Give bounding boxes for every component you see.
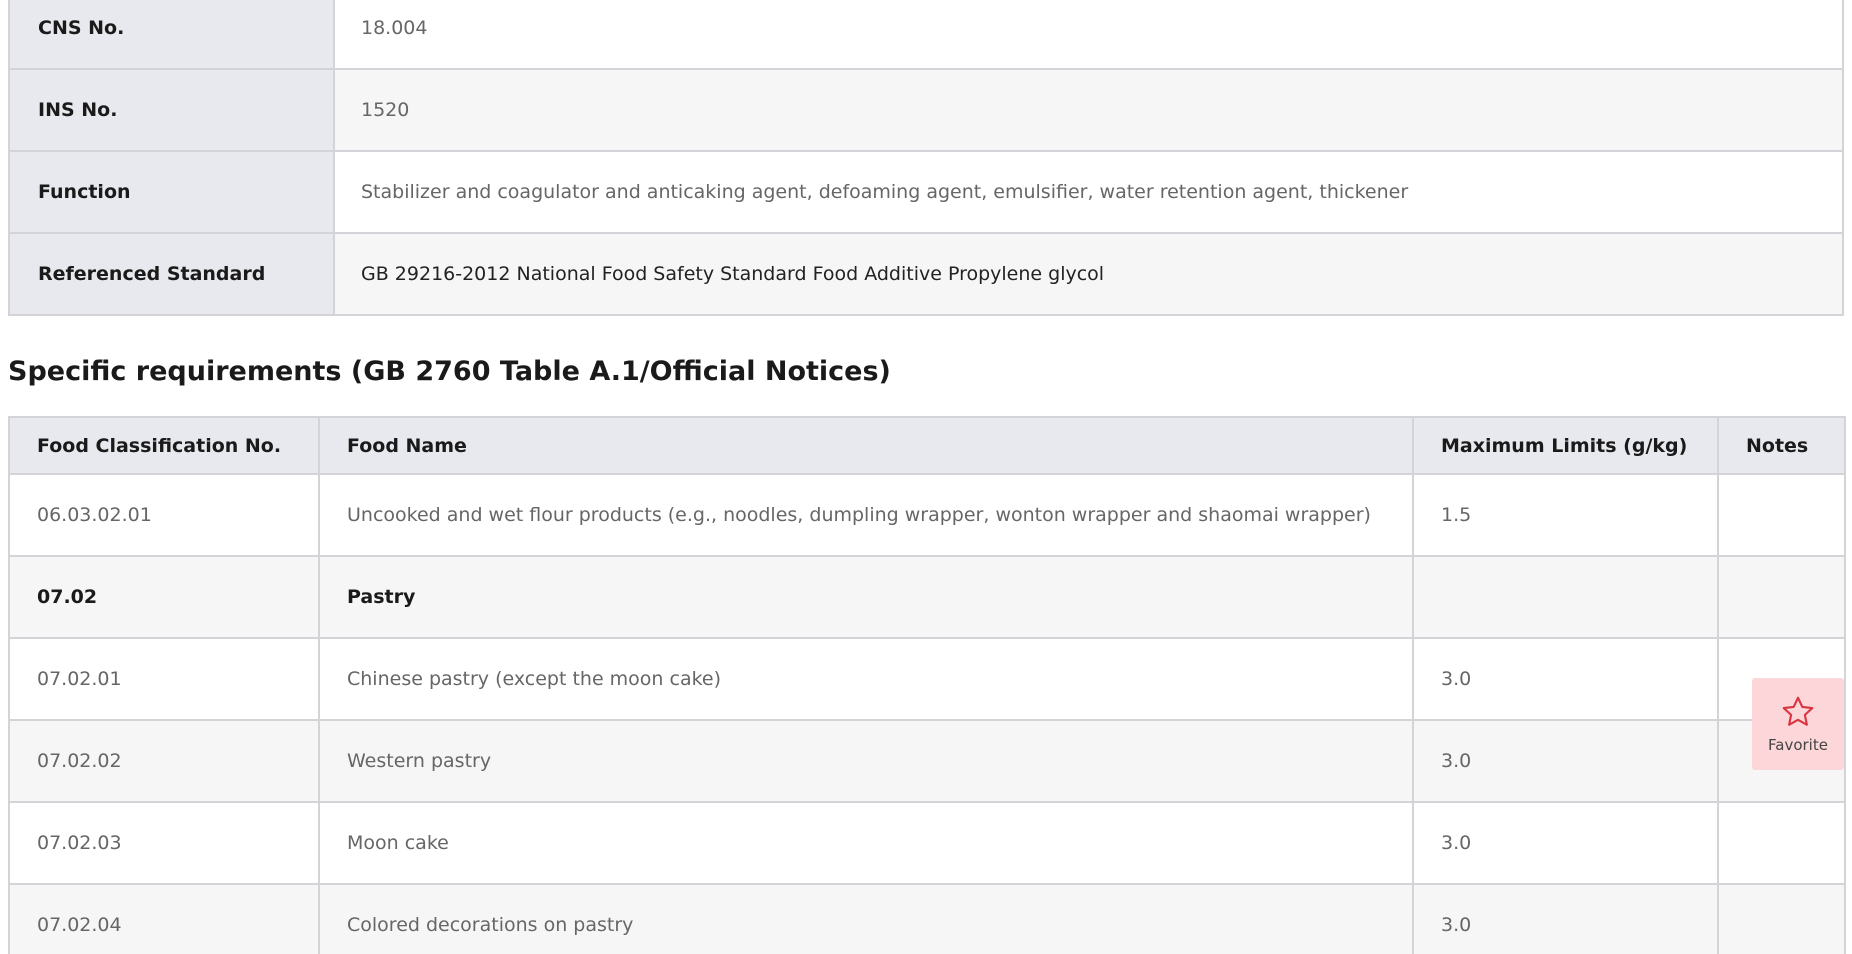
column-header-classification: Food Classification No. bbox=[8, 416, 320, 475]
requirements-table: Food Classification No. Food Name Maximu… bbox=[8, 416, 1846, 954]
info-row-function: Function Stabilizer and coagulator and a… bbox=[8, 150, 1844, 234]
cell-code: 07.02.04 bbox=[8, 883, 320, 954]
cell-limit: 3.0 bbox=[1412, 801, 1719, 885]
column-header-notes: Notes bbox=[1717, 416, 1846, 475]
star-icon bbox=[1782, 696, 1814, 726]
info-label: CNS No. bbox=[8, 0, 335, 70]
cell-notes bbox=[1717, 473, 1846, 557]
cell-limit: 3.0 bbox=[1412, 883, 1719, 954]
table-header-row: Food Classification No. Food Name Maximu… bbox=[8, 416, 1846, 475]
info-value: 18.004 bbox=[333, 0, 1844, 70]
additive-info-table: CNS No. 18.004 INS No. 1520 Function Sta… bbox=[8, 0, 1844, 316]
info-row-referenced-standard: Referenced Standard GB 29216-2012 Nation… bbox=[8, 232, 1844, 316]
info-label: INS No. bbox=[8, 68, 335, 152]
cell-limit bbox=[1412, 555, 1719, 639]
cell-food-name: Chinese pastry (except the moon cake) bbox=[318, 637, 1414, 721]
column-header-food-name: Food Name bbox=[318, 416, 1414, 475]
info-value-link[interactable]: GB 29216-2012 National Food Safety Stand… bbox=[333, 232, 1844, 316]
info-row-ins: INS No. 1520 bbox=[8, 68, 1844, 152]
favorite-label: Favorite bbox=[1768, 736, 1828, 754]
cell-code: 07.02 bbox=[8, 555, 320, 639]
favorite-button[interactable]: Favorite bbox=[1752, 678, 1844, 770]
cell-food-name: Uncooked and wet flour products (e.g., n… bbox=[318, 473, 1414, 557]
info-label: Function bbox=[8, 150, 335, 234]
cell-food-name: Moon cake bbox=[318, 801, 1414, 885]
cell-code: 07.02.02 bbox=[8, 719, 320, 803]
info-value: Stabilizer and coagulator and anticaking… bbox=[333, 150, 1844, 234]
cell-notes bbox=[1717, 801, 1846, 885]
table-row: 07.02.04 Colored decorations on pastry 3… bbox=[8, 883, 1846, 954]
info-label: Referenced Standard bbox=[8, 232, 335, 316]
info-row-cns: CNS No. 18.004 bbox=[8, 0, 1844, 70]
cell-limit: 1.5 bbox=[1412, 473, 1719, 557]
cell-food-name: Colored decorations on pastry bbox=[318, 883, 1414, 954]
column-header-max-limits: Maximum Limits (g/kg) bbox=[1412, 416, 1719, 475]
cell-food-name: Pastry bbox=[318, 555, 1414, 639]
section-title: Specific requirements (GB 2760 Table A.1… bbox=[8, 356, 891, 387]
cell-code: 06.03.02.01 bbox=[8, 473, 320, 557]
cell-code: 07.02.03 bbox=[8, 801, 320, 885]
cell-code: 07.02.01 bbox=[8, 637, 320, 721]
table-row-group: 07.02 Pastry bbox=[8, 555, 1846, 639]
cell-food-name: Western pastry bbox=[318, 719, 1414, 803]
cell-limit: 3.0 bbox=[1412, 637, 1719, 721]
table-row: 07.02.02 Western pastry 3.0 bbox=[8, 719, 1846, 803]
table-row: 07.02.01 Chinese pastry (except the moon… bbox=[8, 637, 1846, 721]
table-row: 06.03.02.01 Uncooked and wet flour produ… bbox=[8, 473, 1846, 557]
cell-limit: 3.0 bbox=[1412, 719, 1719, 803]
cell-notes bbox=[1717, 883, 1846, 954]
cell-notes bbox=[1717, 555, 1846, 639]
table-row: 07.02.03 Moon cake 3.0 bbox=[8, 801, 1846, 885]
info-value: 1520 bbox=[333, 68, 1844, 152]
